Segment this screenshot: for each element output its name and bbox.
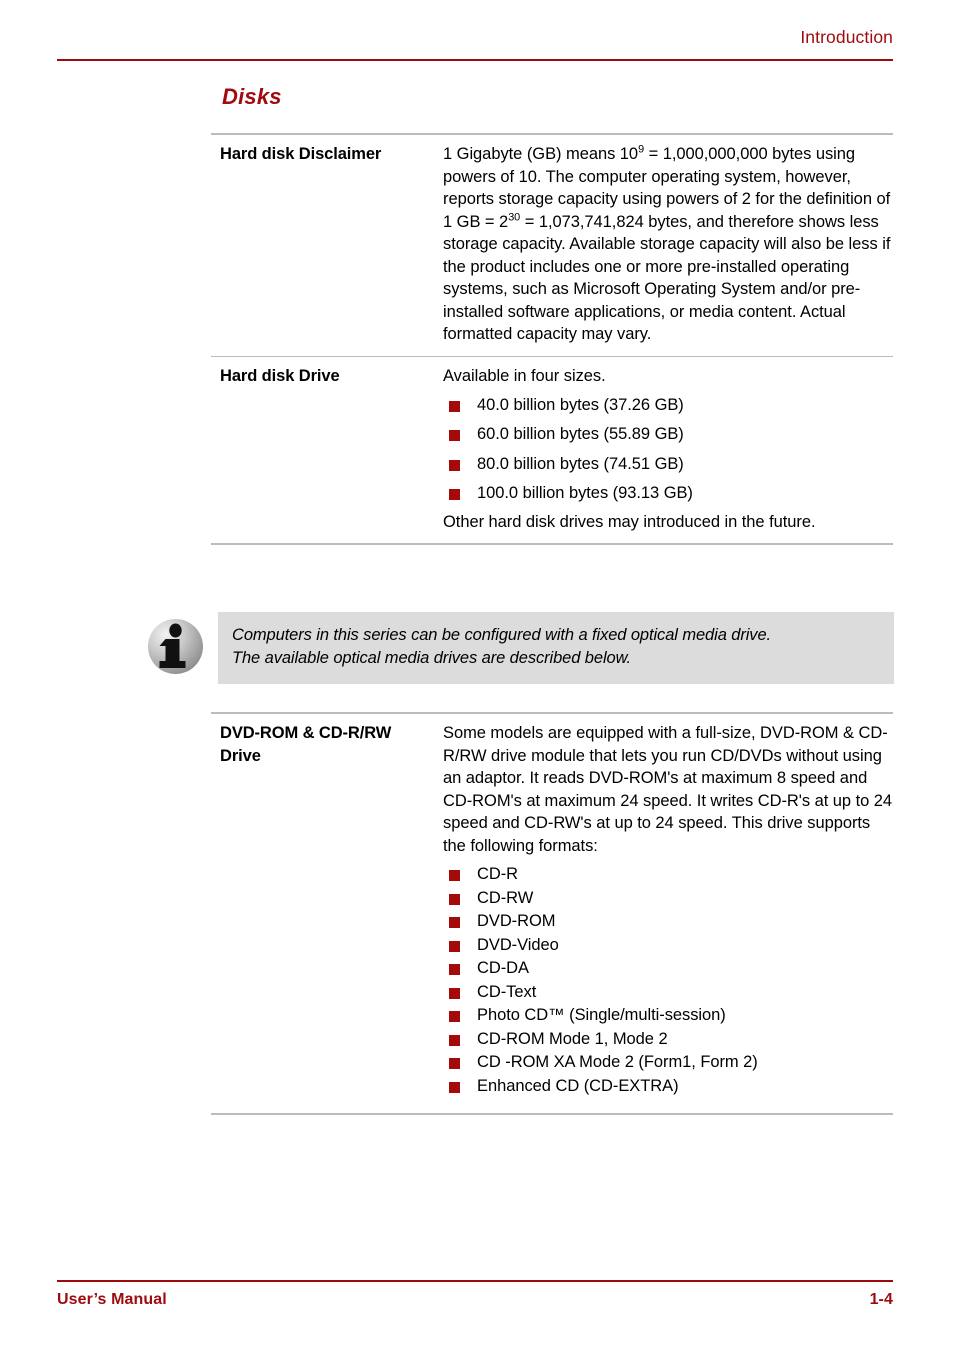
- row-body-hard-disk-drive: Available in four sizes. 40.0 billion by…: [443, 365, 893, 533]
- list-item: 60.0 billion bytes (55.89 GB): [443, 423, 893, 446]
- square-bullet-icon: [449, 893, 460, 905]
- header-divider: [57, 59, 893, 61]
- superscript-thirty: 30: [508, 211, 521, 223]
- square-bullet-icon: [449, 987, 460, 999]
- row-label-line-2: Drive: [220, 746, 261, 765]
- table-row: Hard disk Disclaimer 1 Gigabyte (GB) mea…: [211, 135, 893, 356]
- page-header: Introduction: [57, 26, 893, 66]
- list-item-label: CD-ROM Mode 1, Mode 2: [477, 1029, 668, 1048]
- list-item-label: DVD-ROM: [477, 912, 556, 930]
- row-label-hard-disk-drive: Hard disk Drive: [220, 367, 340, 385]
- square-bullet-icon: [449, 870, 460, 881]
- hard-disk-drive-outro: Other hard disk drives may introduced in…: [443, 512, 816, 531]
- square-bullet-icon: [449, 1034, 460, 1046]
- optical-drive-spec-table: DVD-ROM & CD-R/RW Drive Some models are …: [211, 712, 893, 1115]
- square-bullet-icon: [449, 1011, 460, 1022]
- list-item-label: CD-R: [477, 865, 519, 883]
- table2-rule-bottom: [211, 1113, 893, 1115]
- square-bullet-icon: [449, 459, 460, 471]
- info-icon: [147, 618, 204, 675]
- list-item-label: CD-DA: [477, 959, 529, 977]
- disclaimer-paragraph: 1 Gigabyte (GB) means 109 = 1,000,000,00…: [443, 143, 893, 346]
- row-label-line-1: DVD-ROM & CD-R/RW: [220, 724, 392, 742]
- table-row: Hard disk Drive Available in four sizes.…: [211, 357, 893, 543]
- info-note-line-1: Computers in this series can be configur…: [232, 626, 772, 644]
- row-body-dvd-rom-cd-rw-drive: Some models are equipped with a full-siz…: [443, 722, 893, 1103]
- list-item: 80.0 billion bytes (74.51 GB): [443, 453, 893, 476]
- footer-manual-label: User’s Manual: [57, 1290, 167, 1308]
- square-bullet-icon: [449, 964, 460, 975]
- list-item-label: 60.0 billion bytes (55.89 GB): [477, 425, 684, 443]
- square-bullet-icon: [449, 400, 460, 412]
- list-item: Enhanced CD (CD-EXTRA): [443, 1075, 893, 1098]
- list-item: Photo CD™ (Single/multi-session): [443, 1004, 893, 1027]
- list-item-label: CD -ROM XA Mode 2 (Form1, Form 2): [477, 1053, 758, 1071]
- list-item-label: DVD-Video: [477, 935, 559, 954]
- list-item: DVD-Video: [443, 934, 893, 957]
- list-item-label: 40.0 billion bytes (37.26 GB): [477, 395, 684, 414]
- list-item-label: 100.0 billion bytes (93.13 GB): [477, 484, 693, 502]
- disclaimer-text-part3: = 1,073,741,824 bytes, and therefore sho…: [443, 212, 891, 344]
- optical-drive-paragraph: Some models are equipped with a full-siz…: [443, 724, 893, 855]
- square-bullet-icon: [449, 1058, 460, 1069]
- list-item: 100.0 billion bytes (93.13 GB): [443, 482, 893, 505]
- list-item-label: CD-RW: [477, 888, 534, 907]
- square-bullet-icon: [449, 1081, 460, 1093]
- row-label-hard-disk-disclaimer: Hard disk Disclaimer: [220, 145, 382, 163]
- table-rule-bottom: [211, 543, 893, 545]
- list-item: 40.0 billion bytes (37.26 GB): [443, 394, 893, 417]
- info-note: Computers in this series can be configur…: [147, 612, 894, 684]
- footer-content: User’s Manual 1-4: [57, 1282, 893, 1309]
- page-footer: User’s Manual 1-4: [57, 1280, 893, 1309]
- square-bullet-icon: [449, 940, 460, 952]
- list-item: CD-DA: [443, 957, 893, 980]
- info-note-box: Computers in this series can be configur…: [218, 612, 894, 684]
- info-note-line-2: The available optical media drives are d…: [232, 648, 631, 667]
- header-title: Introduction: [800, 27, 893, 47]
- square-bullet-icon: [449, 917, 460, 928]
- manual-page: Introduction Disks Hard disk Disclaimer …: [0, 0, 954, 1351]
- list-item-label: 80.0 billion bytes (74.51 GB): [477, 454, 684, 473]
- supported-formats-list: CD-R CD-RW DVD-ROM DVD-Video CD-DA CD-Te…: [443, 863, 893, 1097]
- list-item-label: Photo CD™ (Single/multi-session): [477, 1006, 726, 1024]
- list-item-label: Enhanced CD (CD-EXTRA): [477, 1076, 679, 1095]
- hard-disk-drive-intro: Available in four sizes.: [443, 367, 606, 385]
- list-item: CD-R: [443, 863, 893, 886]
- square-bullet-icon: [449, 489, 460, 500]
- row-body-hard-disk-disclaimer: 1 Gigabyte (GB) means 109 = 1,000,000,00…: [443, 143, 893, 346]
- square-bullet-icon: [449, 430, 460, 441]
- hard-disk-size-list: 40.0 billion bytes (37.26 GB) 60.0 billi…: [443, 394, 893, 505]
- disks-spec-table: Hard disk Disclaimer 1 Gigabyte (GB) mea…: [211, 133, 893, 545]
- row-label-dvd-rom-cd-rw-drive: DVD-ROM & CD-R/RW Drive: [211, 722, 443, 767]
- disclaimer-text-part1: 1 Gigabyte (GB) means 10: [443, 145, 639, 163]
- list-item: CD -ROM XA Mode 2 (Form1, Form 2): [443, 1051, 893, 1074]
- list-item-label: CD-Text: [477, 982, 537, 1001]
- list-item: CD-Text: [443, 981, 893, 1004]
- table-row: DVD-ROM & CD-R/RW Drive Some models are …: [211, 714, 893, 1113]
- page-number: 1-4: [869, 1290, 893, 1308]
- list-item: CD-RW: [443, 887, 893, 910]
- list-item: CD-ROM Mode 1, Mode 2: [443, 1028, 893, 1051]
- list-item: DVD-ROM: [443, 910, 893, 933]
- section-title: Disks: [222, 84, 282, 109]
